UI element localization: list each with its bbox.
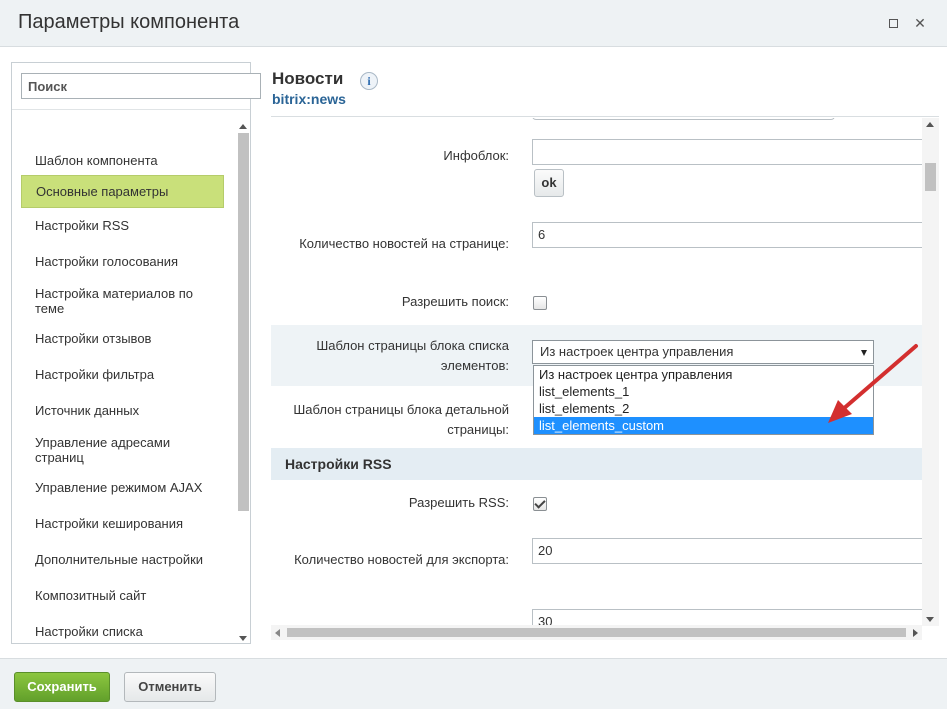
allow-search-checkbox[interactable]	[533, 296, 547, 310]
sidebar-item-label: Настройки кеширования	[35, 516, 184, 531]
dropdown-option[interactable]: list_elements_1	[534, 383, 873, 400]
save-button[interactable]: Сохранить	[14, 672, 110, 702]
sidebar-item-composite[interactable]: Композитный сайт	[21, 588, 235, 603]
sidebar-divider	[12, 109, 250, 110]
close-icon[interactable]: ✕	[912, 15, 928, 31]
sidebar-item-reviews[interactable]: Настройки отзывов	[21, 331, 235, 346]
dialog-footer: Сохранить Отменить	[0, 658, 947, 709]
sidebar-item-cache[interactable]: Настройки кеширования	[21, 516, 235, 531]
scroll-left-icon[interactable]	[275, 629, 280, 637]
sidebar-item-label: Настройки отзывов	[35, 331, 152, 346]
sidebar-item-label: Настройки голосования	[35, 254, 179, 269]
sidebar-item-label: Настройки RSS	[35, 218, 130, 233]
allow-rss-checkbox[interactable]	[533, 497, 547, 511]
cancel-button[interactable]: Отменить	[124, 672, 216, 702]
dialog-titlebar: Параметры компонента ✕	[0, 0, 947, 47]
chevron-down-icon	[861, 350, 867, 356]
list-template-value: Из настроек центра управления	[540, 344, 734, 359]
detail-template-label: Шаблон страницы блока детальной страницы…	[293, 402, 509, 437]
maximize-icon[interactable]	[885, 15, 901, 31]
scroll-up-icon[interactable]	[239, 124, 247, 129]
sidebar-item-label: Композитный сайт	[35, 588, 147, 603]
next-field[interactable]: 30	[532, 609, 922, 626]
list-template-label: Шаблон страницы блока списка элементов:	[316, 338, 509, 373]
dropdown-option[interactable]: list_elements_2	[534, 400, 873, 417]
sidebar-item-label: Управление режимом AJAX	[35, 480, 203, 495]
dialog-body: Шаблон компонента Основные параметры Нас…	[0, 48, 947, 658]
scrollbar-thumb[interactable]	[238, 133, 249, 511]
component-title: Новости	[272, 69, 344, 88]
news-count-field[interactable]: 6	[532, 222, 922, 248]
sidebar-item-filter[interactable]: Настройки фильтра	[21, 367, 235, 382]
iblock-field[interactable]	[532, 139, 922, 165]
scroll-up-icon[interactable]	[926, 122, 934, 127]
list-template-select[interactable]: Из настроек центра управления	[532, 340, 874, 364]
dropdown-option[interactable]: Из настроек центра управления	[534, 366, 873, 383]
sidebar: Шаблон компонента Основные параметры Нас…	[11, 62, 261, 644]
sidebar-scrollbar[interactable]	[237, 121, 249, 643]
dropdown-option-selected[interactable]: list_elements_custom	[534, 417, 873, 434]
sidebar-item-ajax[interactable]: Управление режимом AJAX	[21, 480, 235, 495]
params-form: Инфоблок: ok Количество новостей на стра…	[271, 118, 922, 626]
scroll-down-icon[interactable]	[239, 636, 247, 641]
sidebar-item-data-source[interactable]: Источник данных	[21, 403, 235, 418]
iblock-label: Инфоблок:	[443, 148, 509, 163]
list-template-dropdown: Из настроек центра управления list_eleme…	[533, 365, 874, 435]
sidebar-item-list-settings[interactable]: Настройки списка	[21, 624, 235, 639]
sidebar-item-label: Дополнительные настройки	[35, 552, 204, 567]
sidebar-item-label: Настройки списка	[35, 624, 143, 639]
allow-search-label: Разрешить поиск:	[401, 294, 509, 309]
content-horizontal-scrollbar[interactable]	[271, 625, 922, 640]
sidebar-item-label: Настройка материалов по теме	[35, 286, 193, 316]
sidebar-item-sef[interactable]: Управление адресами страниц	[21, 435, 201, 465]
scrollbar-thumb[interactable]	[287, 628, 906, 637]
sidebar-item-related[interactable]: Настройка материалов по теме	[21, 286, 221, 316]
dialog-title: Параметры компонента	[18, 11, 240, 33]
sidebar-item-template[interactable]: Шаблон компонента	[21, 153, 235, 168]
scroll-right-icon[interactable]	[913, 629, 918, 637]
ok-button[interactable]: ok	[534, 169, 564, 197]
sidebar-item-voting[interactable]: Настройки голосования	[21, 254, 235, 269]
scroll-down-icon[interactable]	[926, 617, 934, 622]
sidebar-item-label: Настройки фильтра	[35, 367, 155, 382]
sidebar-item-main-params[interactable]: Основные параметры	[21, 175, 224, 208]
sidebar-item-rss[interactable]: Настройки RSS	[21, 218, 235, 233]
info-icon[interactable]: i	[360, 72, 378, 90]
news-count-label: Количество новостей на странице:	[299, 236, 509, 251]
allow-rss-label: Разрешить RSS:	[408, 495, 509, 510]
sidebar-item-label: Основные параметры	[36, 184, 169, 199]
content-vertical-scrollbar[interactable]	[922, 118, 939, 626]
component-code: bitrix:news	[272, 91, 346, 107]
sidebar-item-label: Управление адресами страниц	[35, 435, 171, 465]
header-divider	[271, 116, 939, 117]
search-input[interactable]	[21, 73, 261, 99]
export-count-label: Количество новостей для экспорта:	[294, 552, 509, 567]
main-panel: Новости i bitrix:news Инфоблок: ok Колич…	[271, 62, 947, 644]
sidebar-item-label: Источник данных	[35, 403, 140, 418]
sidebar-item-additional[interactable]: Дополнительные настройки	[21, 552, 235, 567]
scrollbar-thumb[interactable]	[925, 163, 936, 191]
rss-section-header: Настройки RSS	[271, 448, 922, 480]
previous-field-edge	[532, 118, 835, 120]
sidebar-item-label: Шаблон компонента	[35, 153, 158, 168]
export-count-field[interactable]: 20	[532, 538, 922, 564]
